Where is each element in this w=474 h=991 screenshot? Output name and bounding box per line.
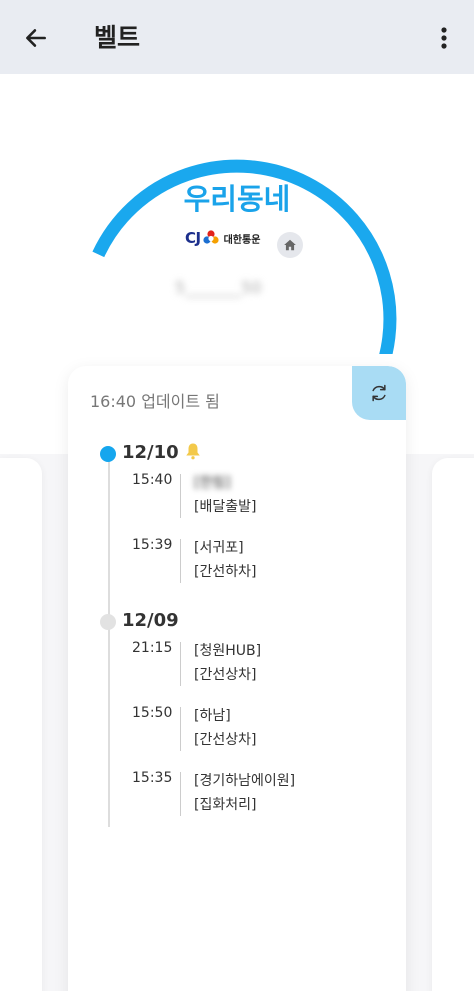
event-time: 21:15	[132, 640, 173, 656]
event-location: [청원HUB]	[194, 643, 262, 659]
tracking-number: 5_______50	[175, 278, 262, 297]
event-divider	[180, 642, 181, 686]
event-status: [간선상차]	[194, 667, 257, 683]
event-location: [하남]	[194, 708, 231, 724]
page-title: 벨트	[94, 23, 141, 52]
back-button[interactable]	[18, 20, 54, 56]
event-location: [경기하남에이원]	[194, 773, 296, 789]
home-button[interactable]	[277, 232, 303, 258]
date-label: 12/09	[122, 610, 179, 631]
event-time: 15:50	[132, 705, 173, 721]
tracking-card: 16:40 업데이트 됨 12/10 15:40 [한림] [배달출발] 15:…	[68, 366, 406, 991]
event-status: [간선상차]	[194, 732, 257, 748]
event-divider	[180, 474, 181, 518]
carrier-name: 대한통운	[223, 234, 261, 246]
event-divider	[180, 772, 181, 816]
event-status: [배달출발]	[194, 499, 257, 515]
event-divider	[180, 539, 181, 583]
bell-icon	[186, 443, 200, 460]
previous-card[interactable]	[0, 458, 42, 991]
event-time: 15:40	[132, 472, 173, 488]
event-divider	[180, 707, 181, 751]
carrier-logo: CJ 대한통운	[185, 228, 260, 248]
next-card[interactable]	[432, 458, 474, 991]
event-status: [집화처리]	[194, 797, 257, 813]
refresh-button[interactable]	[352, 366, 406, 420]
app-bar: 벨트	[0, 0, 474, 74]
event-time: 15:35	[132, 770, 173, 786]
shop-name: 우리동네	[183, 182, 291, 216]
event-time: 15:39	[132, 537, 173, 553]
timeline-dot-active	[100, 446, 116, 462]
carrier-logo-text: CJ	[185, 229, 201, 247]
more-vertical-icon	[441, 27, 447, 49]
refresh-icon	[372, 384, 386, 402]
timeline-dot-inactive	[100, 614, 116, 630]
date-label: 12/10	[122, 442, 179, 463]
cj-logo-icon: CJ	[185, 228, 221, 248]
event-status: [간선하차]	[194, 564, 257, 580]
timeline-line	[108, 454, 110, 827]
back-arrow-icon	[26, 29, 46, 47]
more-options-button[interactable]	[426, 20, 462, 56]
event-location: [서귀포]	[194, 540, 244, 556]
event-location: [한림]	[194, 475, 231, 491]
home-icon	[284, 239, 296, 251]
updated-time: 16:40 업데이트 됨	[90, 392, 220, 411]
